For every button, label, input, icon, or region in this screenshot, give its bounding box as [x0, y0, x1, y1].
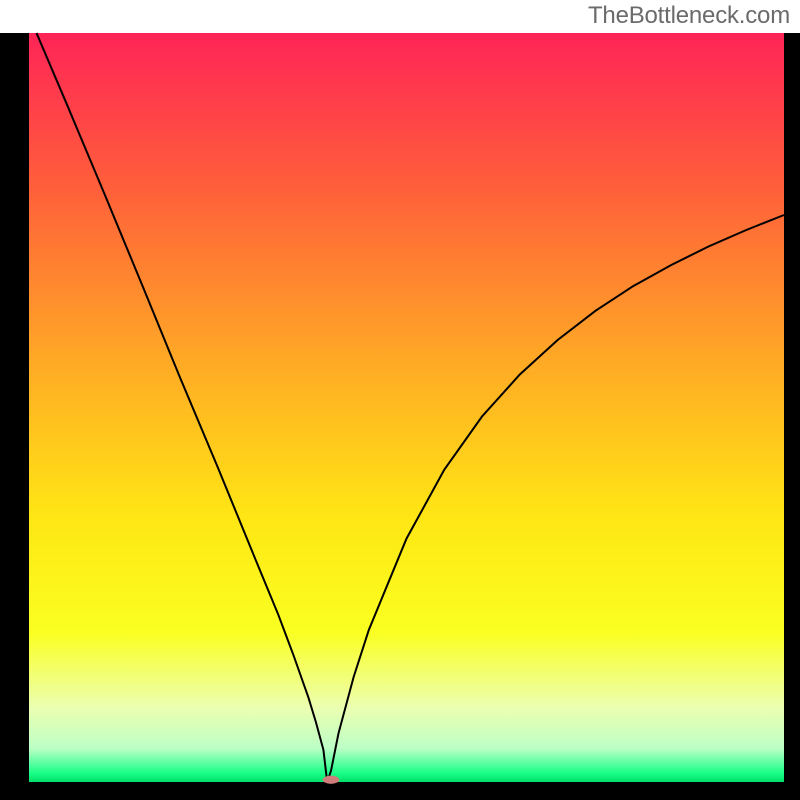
chart-container: TheBottleneck.com — [0, 0, 800, 800]
plot-background — [29, 33, 784, 782]
axis-right — [784, 33, 800, 800]
optimum-marker — [323, 776, 340, 784]
axis-left — [0, 33, 29, 800]
axis-bottom — [0, 782, 800, 800]
watermark-label: TheBottleneck.com — [588, 2, 790, 30]
bottleneck-chart — [0, 0, 800, 800]
